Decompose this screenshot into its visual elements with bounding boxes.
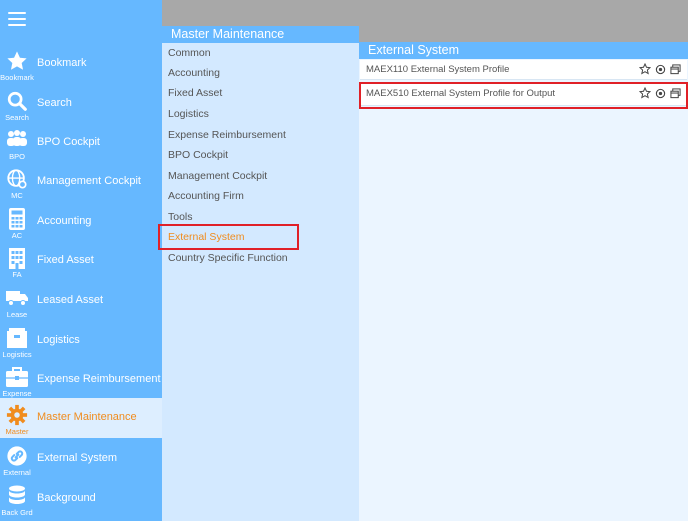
calculator-icon bbox=[4, 207, 30, 231]
sidebar-item-sub: MC bbox=[11, 191, 23, 200]
menu-item-common[interactable]: Common bbox=[168, 47, 211, 59]
briefcase-icon bbox=[4, 365, 30, 389]
menu-item-fixed-asset[interactable]: Fixed Asset bbox=[168, 87, 222, 99]
truck-icon bbox=[4, 286, 30, 310]
people-icon bbox=[4, 128, 30, 152]
sidebar-item-label: Accounting bbox=[37, 215, 92, 227]
sidebar-item-logistics[interactable]: Logistics Logistics bbox=[0, 323, 162, 362]
sidebar-item-sub: BPO bbox=[9, 152, 25, 161]
sidebar-item-sub: Back Grd bbox=[1, 508, 33, 517]
building-icon bbox=[4, 246, 30, 270]
box-icon bbox=[4, 326, 30, 350]
sidebar-item-sub: Bookmark bbox=[0, 73, 34, 82]
list-item-label: MAEX110 External System Profile bbox=[366, 64, 510, 75]
sidebar-item-sub: Expense bbox=[2, 389, 32, 398]
menu-item-accounting-firm[interactable]: Accounting Firm bbox=[168, 190, 244, 202]
top-bar-extension bbox=[359, 26, 688, 42]
sidebar-item-label: External System bbox=[37, 452, 118, 464]
new-window-icon[interactable] bbox=[669, 63, 681, 75]
highlight-box bbox=[158, 224, 299, 250]
top-bar bbox=[162, 0, 688, 26]
menu-item-management-cockpit[interactable]: Management Cockpit bbox=[168, 170, 267, 182]
star-outline-icon[interactable] bbox=[639, 63, 651, 75]
menu-item-country-specific-function[interactable]: Country Specific Function bbox=[168, 252, 288, 264]
menu-item-tools[interactable]: Tools bbox=[168, 211, 193, 223]
globe-icon bbox=[4, 167, 30, 191]
open-circle-icon[interactable] bbox=[654, 63, 666, 75]
sidebar-item-sub: Master bbox=[5, 427, 29, 436]
gear-icon bbox=[4, 403, 30, 427]
sidebar-item-expense-reimbursement[interactable]: Expense Expense Reimbursement bbox=[0, 362, 162, 401]
highlight-box bbox=[359, 82, 688, 109]
menu-item-expense-reimbursement[interactable]: Expense Reimbursement bbox=[168, 129, 286, 141]
sidebar-item-fixed-asset[interactable]: FA Fixed Asset bbox=[0, 243, 162, 282]
sidebar-item-bookmark[interactable]: Bookmark Bookmark bbox=[0, 46, 162, 85]
menu-item-bpo-cockpit[interactable]: BPO Cockpit bbox=[168, 149, 228, 161]
sidebar-item-management-cockpit[interactable]: MC Management Cockpit bbox=[0, 164, 162, 203]
master-maintenance-panel: Master Maintenance Common Accounting Fix… bbox=[158, 26, 359, 521]
star-icon bbox=[4, 49, 30, 73]
sidebar-item-label: Background bbox=[37, 492, 96, 504]
external-system-title: External System bbox=[359, 42, 688, 59]
menu-item-accounting[interactable]: Accounting bbox=[168, 67, 220, 79]
sidebar-item-leased-asset[interactable]: Lease Leased Asset bbox=[0, 283, 162, 322]
sidebar-item-label: BPO Cockpit bbox=[37, 136, 100, 148]
sidebar-item-sub: Search bbox=[5, 113, 29, 122]
sidebar-item-label: Logistics bbox=[37, 334, 80, 346]
search-icon bbox=[4, 89, 30, 113]
sidebar-item-label: Management Cockpit bbox=[37, 175, 141, 187]
sidebar-item-background[interactable]: Back Grd Background bbox=[0, 481, 162, 520]
sidebar-item-master-maintenance[interactable]: Master Master Maintenance bbox=[0, 398, 162, 438]
sidebar-item-search[interactable]: Search Search bbox=[0, 86, 162, 125]
sidebar-item-label: Master Maintenance bbox=[37, 411, 137, 423]
hamburger-menu-icon[interactable] bbox=[8, 12, 26, 27]
sidebar-item-label: Leased Asset bbox=[37, 294, 104, 306]
sidebar-item-label: Bookmark bbox=[37, 57, 87, 69]
sidebar: Bookmark Bookmark Search Search BPO BPO … bbox=[0, 0, 162, 521]
link-icon bbox=[4, 444, 30, 468]
sidebar-item-sub: Logistics bbox=[2, 350, 32, 359]
external-system-panel: External System MAEX110 External System … bbox=[359, 42, 688, 521]
sidebar-item-external-system[interactable]: External External System bbox=[0, 441, 162, 480]
menu-item-logistics[interactable]: Logistics bbox=[168, 108, 209, 120]
sidebar-item-sub: AC bbox=[11, 231, 23, 240]
master-maintenance-title: Master Maintenance bbox=[162, 26, 359, 43]
sidebar-item-label: Expense Reimbursement bbox=[37, 373, 161, 385]
sidebar-item-bpo-cockpit[interactable]: BPO BPO Cockpit bbox=[0, 125, 162, 164]
list-item[interactable]: MAEX110 External System Profile bbox=[360, 60, 687, 80]
sidebar-item-sub: Lease bbox=[6, 310, 28, 319]
sidebar-item-sub: FA bbox=[12, 270, 22, 279]
sidebar-item-label: Search bbox=[37, 97, 72, 109]
sidebar-item-accounting[interactable]: AC Accounting bbox=[0, 204, 162, 243]
sidebar-item-label: Fixed Asset bbox=[37, 254, 94, 266]
database-icon bbox=[4, 484, 30, 508]
sidebar-item-sub: External bbox=[3, 468, 31, 477]
